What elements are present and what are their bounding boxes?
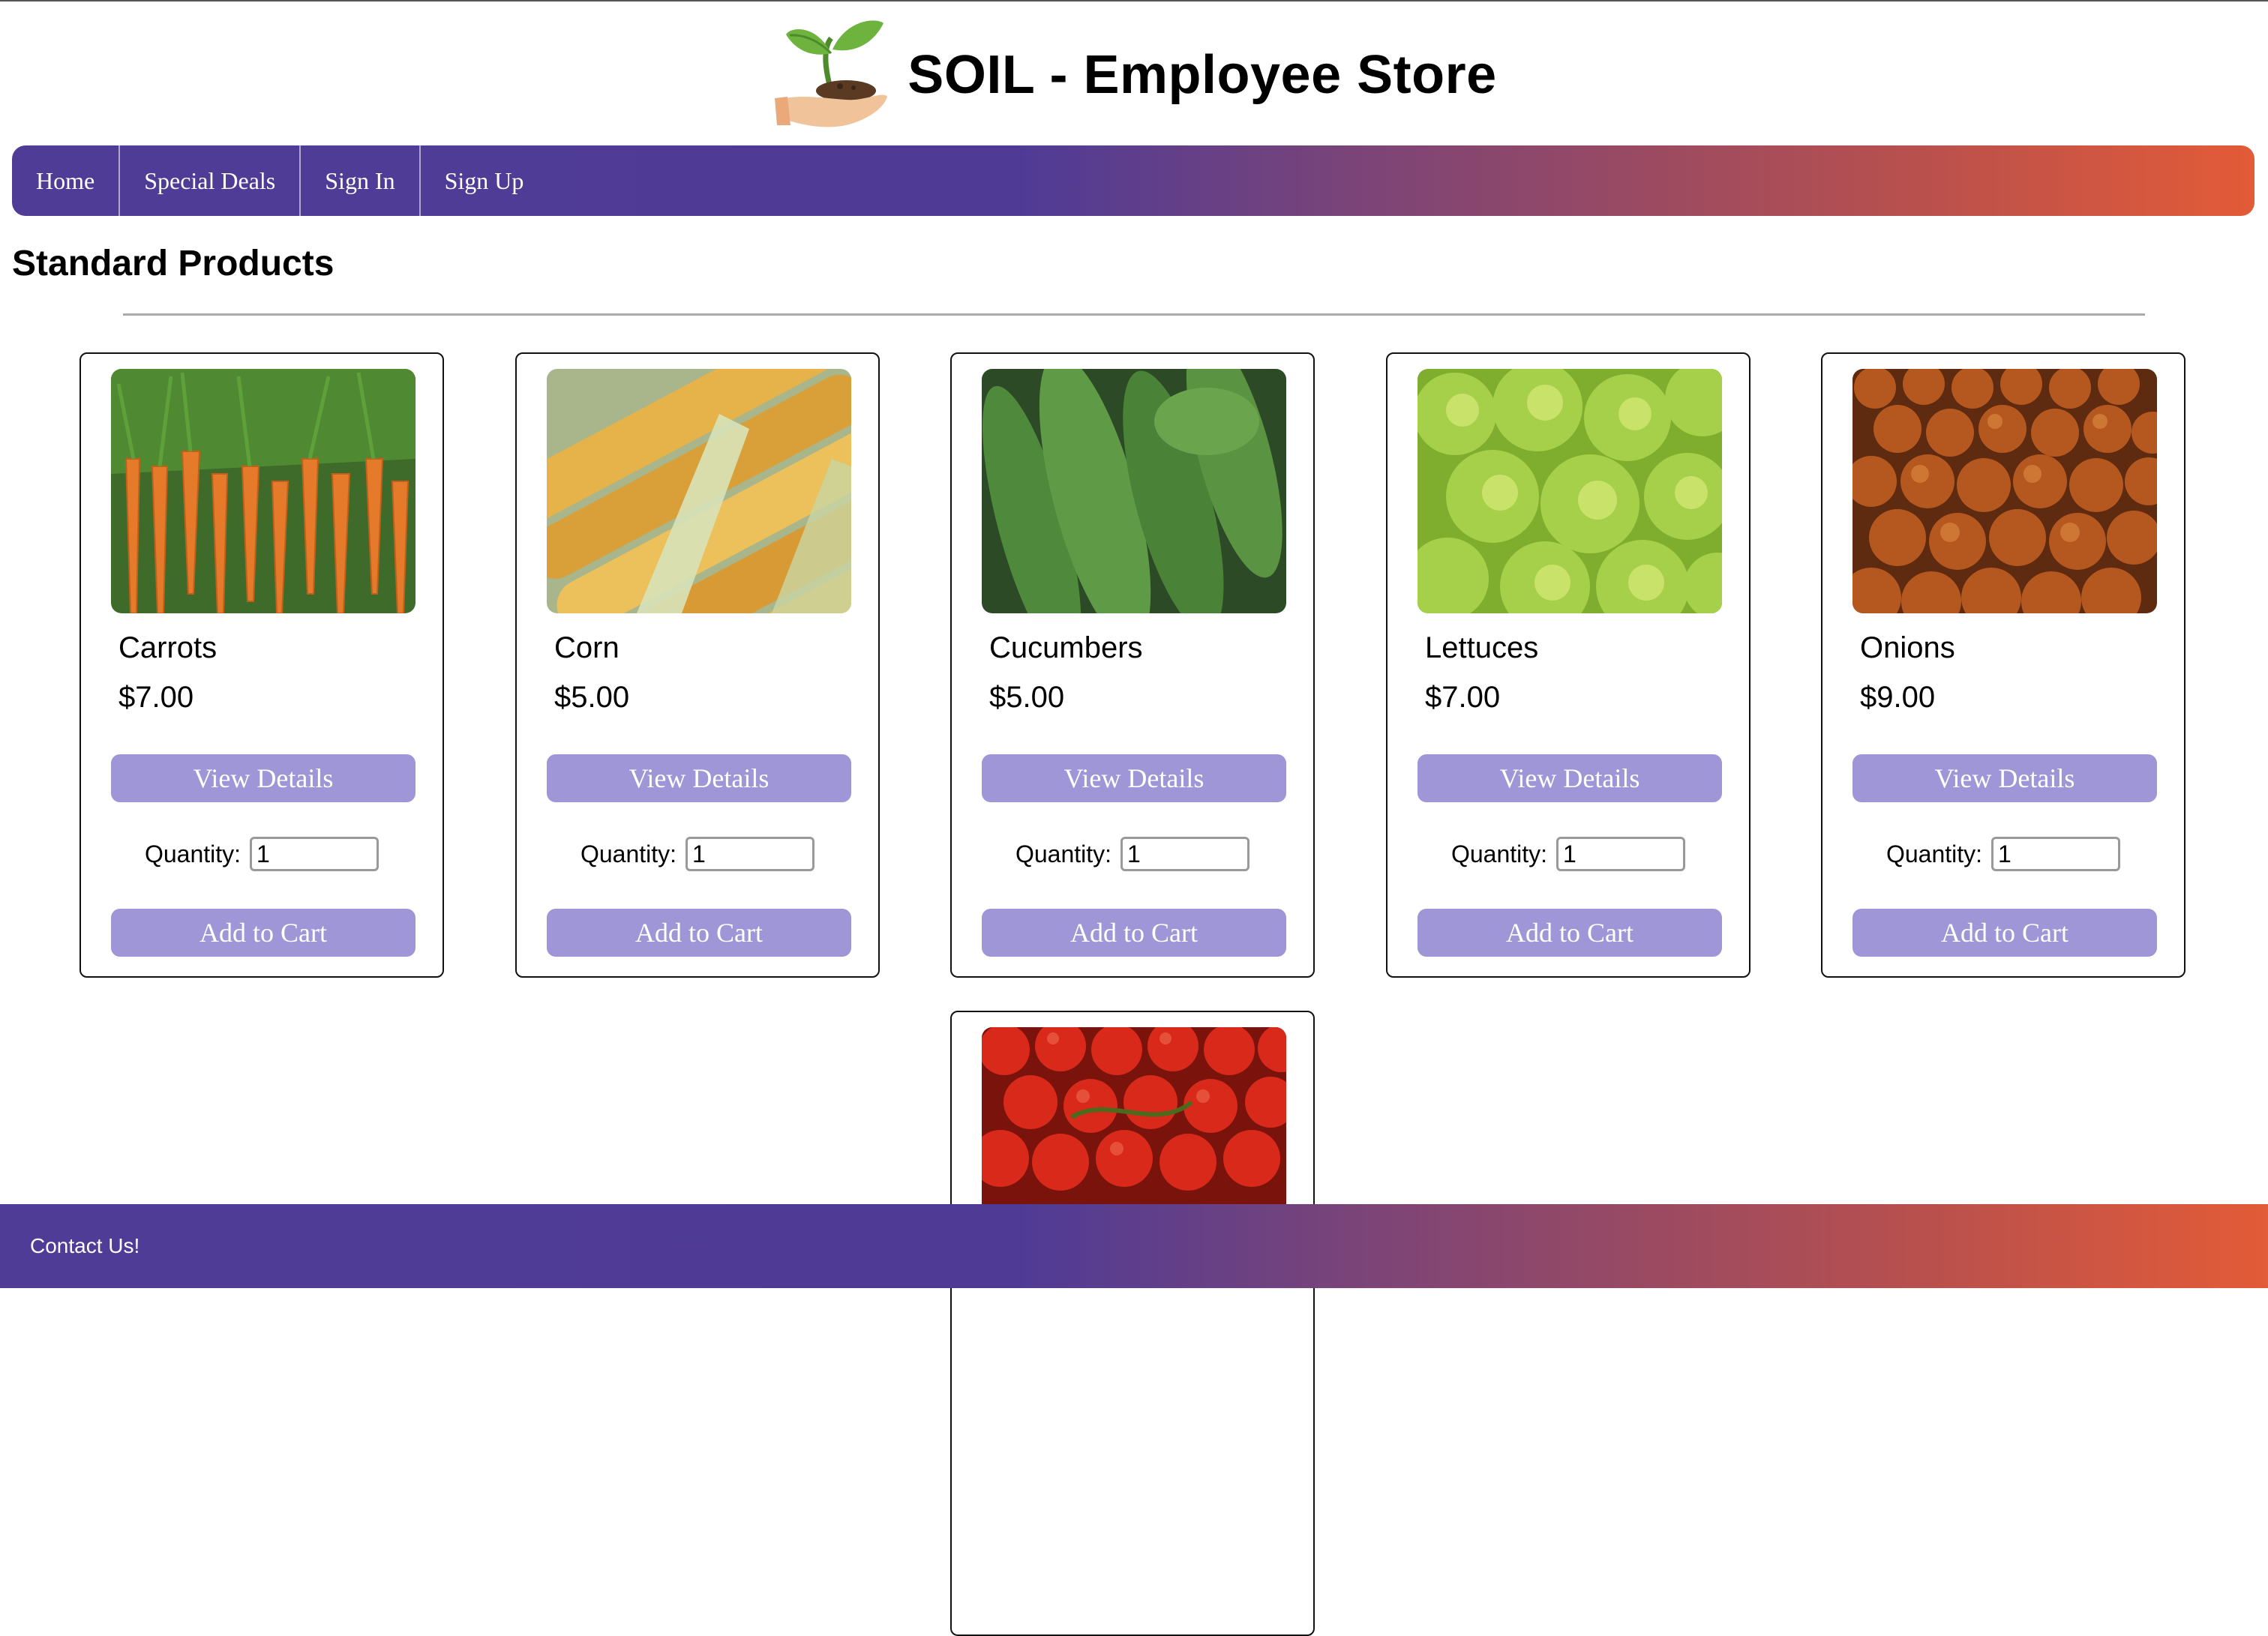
quantity-label: Quantity:	[1450, 840, 1548, 867]
site-footer: Contact Us!	[0, 1204, 2268, 1288]
add-to-cart-button[interactable]: Add to Cart	[1852, 909, 2157, 957]
quantity-label: Quantity:	[144, 840, 242, 867]
quantity-label: Quantity:	[1015, 840, 1112, 867]
view-details-button[interactable]: View Details	[1852, 754, 2157, 802]
add-to-cart-button[interactable]: Add to Cart	[982, 909, 1286, 957]
contact-us-link[interactable]: Contact Us!	[30, 1234, 140, 1258]
product-price: $9.00	[1860, 681, 1936, 714]
product-image-lettuces	[1418, 369, 1722, 613]
section-divider	[123, 313, 2145, 316]
product-price: $5.00	[989, 681, 1065, 714]
product-name: Cucumbers	[989, 631, 1143, 664]
view-details-button[interactable]: View Details	[982, 754, 1286, 802]
nav-sign-up[interactable]: Sign Up	[421, 145, 548, 216]
main-navbar: Home Special Deals Sign In Sign Up	[12, 145, 2254, 216]
site-title: SOIL - Employee Store	[908, 45, 1497, 105]
add-to-cart-button[interactable]: Add to Cart	[1418, 909, 1722, 957]
product-price: $7.00	[118, 681, 194, 714]
product-card-cucumbers: Cucumbers $5.00 View Details Quantity: A…	[950, 352, 1315, 978]
section-title: Standard Products	[12, 244, 334, 283]
product-name: Carrots	[118, 631, 218, 664]
hand-sprout-icon	[775, 20, 888, 127]
quantity-row: Quantity:	[952, 837, 1313, 871]
product-name: Lettuces	[1425, 631, 1539, 664]
product-card-onions: Onions $9.00 View Details Quantity: Add …	[1821, 352, 2186, 978]
quantity-label: Quantity:	[1886, 840, 1983, 867]
quantity-row: Quantity:	[1822, 837, 2184, 871]
site-header: SOIL - Employee Store	[0, 15, 2268, 135]
product-price: $7.00	[1425, 681, 1501, 714]
quantity-row: Quantity:	[1388, 837, 1749, 871]
quantity-input[interactable]	[250, 837, 380, 871]
product-card-tomatoes	[950, 1011, 1315, 1636]
view-details-button[interactable]: View Details	[547, 754, 851, 802]
quantity-input[interactable]	[1556, 837, 1686, 871]
quantity-input[interactable]	[1991, 837, 2121, 871]
view-details-button[interactable]: View Details	[111, 754, 416, 802]
nav-special-deals[interactable]: Special Deals	[120, 145, 302, 216]
product-card-carrots: Carrots $7.00 View Details Quantity: Add…	[80, 352, 444, 978]
quantity-row: Quantity:	[81, 837, 442, 871]
product-price: $5.00	[554, 681, 630, 714]
quantity-label: Quantity:	[580, 840, 677, 867]
product-image-onions	[1852, 369, 2157, 613]
product-card-lettuces: Lettuces $7.00 View Details Quantity: Ad…	[1386, 352, 1750, 978]
add-to-cart-button[interactable]: Add to Cart	[547, 909, 851, 957]
product-image-corn	[547, 369, 851, 613]
product-image-cucumbers	[982, 369, 1286, 613]
add-to-cart-button[interactable]: Add to Cart	[111, 909, 416, 957]
view-details-button[interactable]: View Details	[1418, 754, 1722, 802]
nav-home[interactable]: Home	[12, 145, 121, 216]
product-name: Corn	[554, 631, 620, 664]
product-image-carrots	[111, 369, 416, 613]
quantity-row: Quantity:	[517, 837, 878, 871]
quantity-input[interactable]	[686, 837, 815, 871]
product-name: Onions	[1860, 631, 1955, 664]
quantity-input[interactable]	[1120, 837, 1250, 871]
product-card-corn: Corn $5.00 View Details Quantity: Add to…	[515, 352, 880, 978]
nav-sign-in[interactable]: Sign In	[301, 145, 421, 216]
